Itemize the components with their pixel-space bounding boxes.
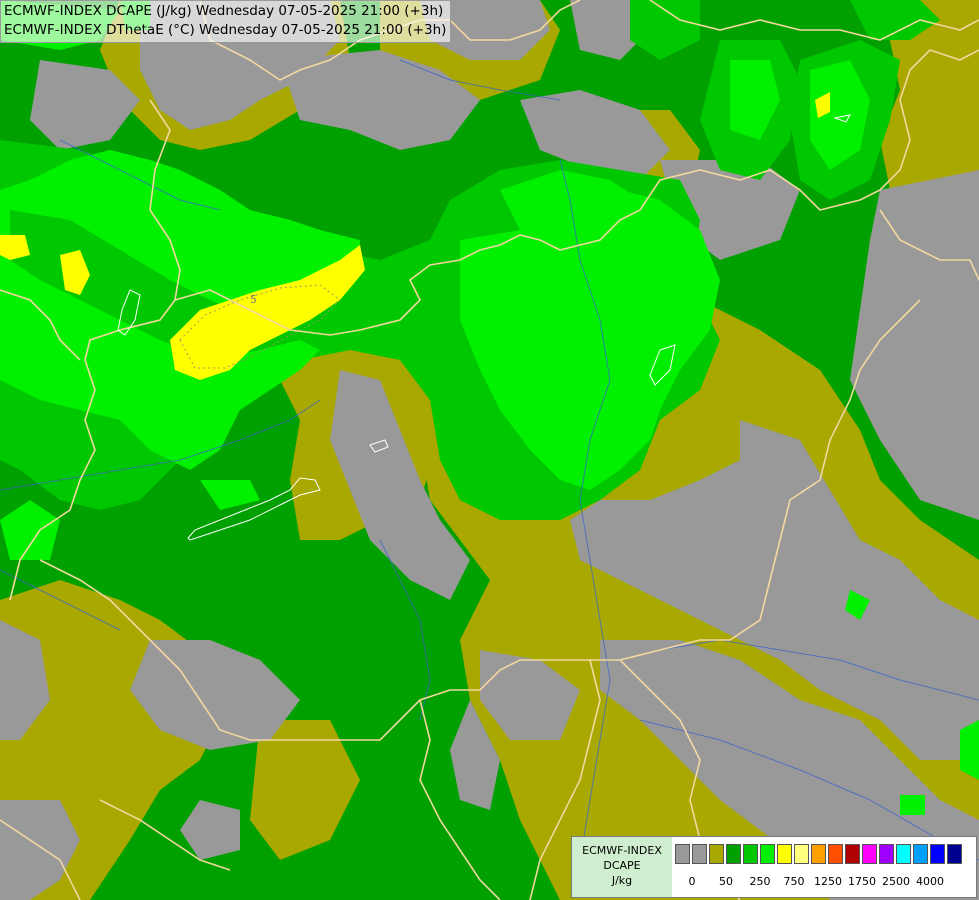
legend-tick-label: 0: [688, 875, 696, 888]
legend-swatch: [692, 844, 707, 864]
legend-swatch: [777, 844, 792, 864]
legend-swatches: [675, 844, 964, 864]
contour-label: 5: [250, 293, 257, 306]
legend-swatch: [675, 844, 690, 864]
legend-title-line1: ECMWF-INDEX: [582, 844, 662, 857]
legend-tick-label: 4000: [916, 875, 944, 888]
legend-unit: J/kg: [611, 874, 633, 887]
legend-swatch: [794, 844, 809, 864]
legend-swatch: [828, 844, 843, 864]
legend-swatch: [879, 844, 894, 864]
dcape-map: 5: [0, 0, 979, 900]
legend-swatch: [947, 844, 962, 864]
legend-label: ECMWF-INDEX DCAPE J/kg: [572, 837, 672, 897]
legend-title-line2: DCAPE: [603, 859, 641, 872]
legend-swatch: [845, 844, 860, 864]
legend-tick-label: 1750: [848, 875, 876, 888]
legend-swatch: [760, 844, 775, 864]
legend-tick-label: 2500: [882, 875, 910, 888]
legend-tick-label: 1250: [814, 875, 842, 888]
legend-swatch: [913, 844, 928, 864]
legend-tick-label: 750: [783, 875, 805, 888]
legend-swatch: [930, 844, 945, 864]
legend-swatch: [709, 844, 724, 864]
legend-swatch: [743, 844, 758, 864]
legend-swatch: [811, 844, 826, 864]
legend-swatch: [726, 844, 741, 864]
title-dthetae: ECMWF-INDEX DThetaE (°C) Wednesday 07-05…: [4, 22, 447, 38]
color-legend: ECMWF-INDEX DCAPE J/kg 0 50 250 750 1250 1750…: [571, 836, 977, 898]
legend-tick-label: 50: [719, 875, 733, 888]
map-title-box: ECMWF-INDEX DCAPE (J/kg) Wednesday 07-05…: [0, 0, 452, 43]
legend-ticks: 0 50 250 750 1250 1750 2500 4000: [675, 875, 975, 889]
legend-tick-label: 250: [749, 875, 771, 888]
legend-swatch: [862, 844, 877, 864]
title-dcape: ECMWF-INDEX DCAPE (J/kg) Wednesday 07-05…: [4, 3, 444, 19]
legend-swatch: [896, 844, 911, 864]
